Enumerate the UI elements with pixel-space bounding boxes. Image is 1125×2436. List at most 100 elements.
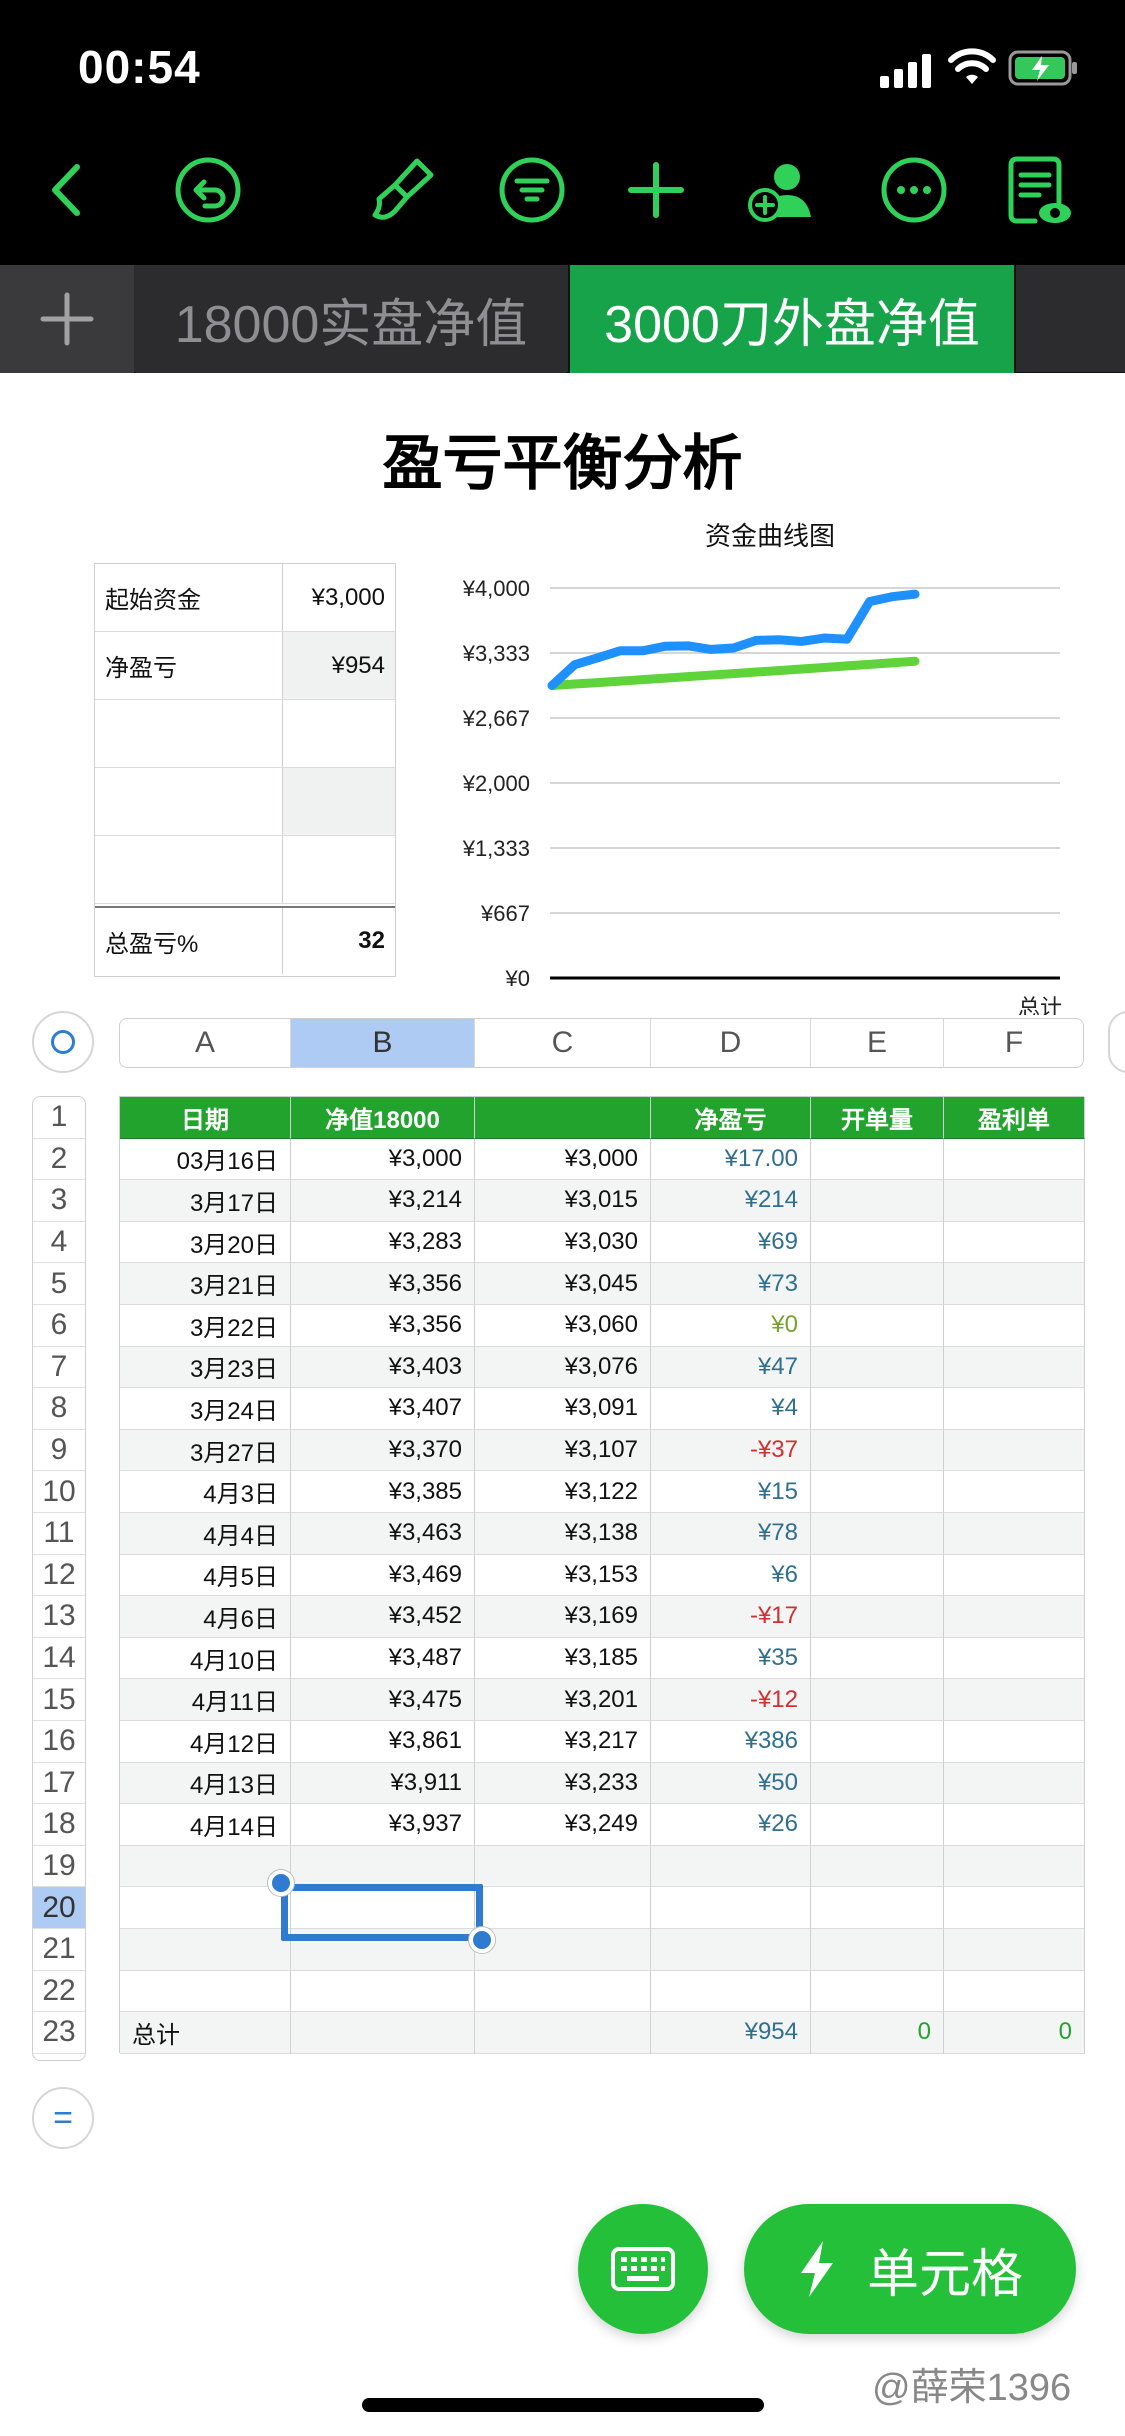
- table-cell[interactable]: ¥4: [651, 1388, 811, 1430]
- table-cell[interactable]: ¥386: [651, 1721, 811, 1763]
- row-header-22[interactable]: 22: [33, 1971, 85, 2013]
- tab-18000[interactable]: 18000实盘净值: [136, 265, 566, 373]
- row-header-5[interactable]: 5: [33, 1263, 85, 1305]
- table-cell[interactable]: ¥26: [651, 1804, 811, 1846]
- table-cell[interactable]: [944, 1554, 1085, 1597]
- table-cell[interactable]: 3月22日: [120, 1305, 291, 1347]
- table-footer-cell[interactable]: ¥954: [651, 2012, 811, 2054]
- table-footer-cell[interactable]: 0: [811, 2012, 944, 2054]
- table-cell[interactable]: 3月24日: [120, 1388, 291, 1430]
- cell-selection-box[interactable]: [281, 1884, 483, 1941]
- table-cell[interactable]: [811, 1180, 944, 1222]
- table-footer-cell[interactable]: 0: [944, 2012, 1085, 2054]
- table-cell[interactable]: ¥3,463: [291, 1513, 475, 1555]
- table-cell[interactable]: ¥3,000: [475, 1138, 651, 1181]
- table-cell[interactable]: [811, 1887, 944, 1929]
- more-icon[interactable]: [874, 150, 954, 230]
- filter-icon[interactable]: [492, 150, 572, 230]
- table-cell[interactable]: 4月10日: [120, 1637, 291, 1680]
- table-cell[interactable]: [120, 1887, 291, 1929]
- table-cell[interactable]: ¥35: [651, 1637, 811, 1680]
- table-cell[interactable]: ¥3,122: [475, 1471, 651, 1513]
- table-cell[interactable]: [944, 1138, 1085, 1181]
- table-cell[interactable]: ¥3,107: [475, 1429, 651, 1472]
- row-header-1[interactable]: 1: [33, 1097, 85, 1139]
- table-cell[interactable]: ¥214: [651, 1180, 811, 1222]
- table-cell[interactable]: [944, 1429, 1085, 1472]
- table-cell[interactable]: ¥73: [651, 1263, 811, 1305]
- table-cell[interactable]: ¥3,356: [291, 1305, 475, 1347]
- row-header-17[interactable]: 17: [33, 1763, 85, 1805]
- row-header-13[interactable]: 13: [33, 1596, 85, 1638]
- collaborate-icon[interactable]: [742, 150, 822, 230]
- table-cell[interactable]: [944, 1679, 1085, 1721]
- table-cell[interactable]: ¥3,000: [291, 1138, 475, 1181]
- row-header-8[interactable]: 8: [33, 1388, 85, 1430]
- table-cell[interactable]: [811, 1970, 944, 2013]
- table-cell[interactable]: [475, 1845, 651, 1888]
- selection-handle-bottom-right[interactable]: [469, 1927, 495, 1953]
- table-cell[interactable]: ¥50: [651, 1762, 811, 1805]
- cell-button[interactable]: 单元格: [744, 2204, 1076, 2334]
- table-cell[interactable]: [811, 1929, 944, 1971]
- table-cell[interactable]: ¥69: [651, 1221, 811, 1264]
- table-cell[interactable]: [651, 1845, 811, 1888]
- column-header-a[interactable]: A: [120, 1019, 291, 1067]
- table-cell[interactable]: 4月14日: [120, 1804, 291, 1846]
- table-header-cell[interactable]: 开单量: [811, 1097, 944, 1139]
- table-cell[interactable]: ¥3,283: [291, 1221, 475, 1264]
- tab-3000[interactable]: 3000刀外盘净值: [568, 265, 1016, 373]
- summary-row[interactable]: 净盈亏 ¥954: [95, 632, 395, 700]
- table-cell[interactable]: ¥3,370: [291, 1429, 475, 1472]
- table-cell[interactable]: [944, 1513, 1085, 1555]
- table-header-cell[interactable]: 盈利单: [944, 1097, 1085, 1139]
- row-header-19[interactable]: 19: [33, 1846, 85, 1888]
- table-cell[interactable]: [291, 1970, 475, 2013]
- row-header-12[interactable]: 12: [33, 1555, 85, 1597]
- table-cell[interactable]: [651, 1929, 811, 1971]
- table-cell[interactable]: [811, 1679, 944, 1721]
- table-cell[interactable]: ¥47: [651, 1346, 811, 1389]
- column-header-e[interactable]: E: [811, 1019, 944, 1067]
- table-cell[interactable]: [811, 1637, 944, 1680]
- table-cell[interactable]: [811, 1429, 944, 1472]
- table-cell[interactable]: ¥3,045: [475, 1263, 651, 1305]
- table-cell[interactable]: 4月13日: [120, 1762, 291, 1805]
- table-cell[interactable]: [944, 1721, 1085, 1763]
- table-header-cell[interactable]: [475, 1097, 651, 1139]
- table-cell[interactable]: [811, 1596, 944, 1638]
- table-cell[interactable]: [291, 1845, 475, 1888]
- table-cell[interactable]: 4月3日: [120, 1471, 291, 1513]
- summary-row[interactable]: 起始资金 ¥3,000: [95, 564, 395, 632]
- table-cell[interactable]: ¥6: [651, 1554, 811, 1597]
- table-cell[interactable]: ¥3,233: [475, 1762, 651, 1805]
- row-header-11[interactable]: 11: [33, 1513, 85, 1555]
- selection-handle-top-left[interactable]: [268, 1870, 294, 1896]
- table-cell[interactable]: ¥3,356: [291, 1263, 475, 1305]
- table-cell[interactable]: ¥3,861: [291, 1721, 475, 1763]
- column-header-d[interactable]: D: [651, 1019, 811, 1067]
- table-header-cell[interactable]: 净值18000: [291, 1097, 475, 1139]
- row-header-10[interactable]: 10: [33, 1471, 85, 1513]
- column-header-f[interactable]: F: [944, 1019, 1083, 1067]
- summary-row[interactable]: [95, 836, 395, 904]
- table-cell[interactable]: 4月5日: [120, 1554, 291, 1597]
- summary-row[interactable]: [95, 700, 395, 768]
- formula-button[interactable]: =: [32, 2087, 94, 2149]
- table-cell[interactable]: [651, 1887, 811, 1929]
- table-cell[interactable]: 3月20日: [120, 1221, 291, 1264]
- table-cell[interactable]: [944, 1388, 1085, 1430]
- table-cell[interactable]: ¥3,214: [291, 1180, 475, 1222]
- table-cell[interactable]: [651, 1970, 811, 2013]
- table-cell[interactable]: [944, 1263, 1085, 1305]
- table-cell[interactable]: 3月23日: [120, 1346, 291, 1389]
- table-cell[interactable]: ¥3,091: [475, 1388, 651, 1430]
- row-header-6[interactable]: 6: [33, 1305, 85, 1347]
- table-cell[interactable]: ¥78: [651, 1513, 811, 1555]
- table-cell[interactable]: [475, 1887, 651, 1929]
- table-cell[interactable]: [944, 1845, 1085, 1888]
- table-cell[interactable]: ¥3,475: [291, 1679, 475, 1721]
- table-cell[interactable]: ¥3,169: [475, 1596, 651, 1638]
- table-footer-cell[interactable]: [291, 2012, 475, 2054]
- table-cell[interactable]: ¥3,403: [291, 1346, 475, 1389]
